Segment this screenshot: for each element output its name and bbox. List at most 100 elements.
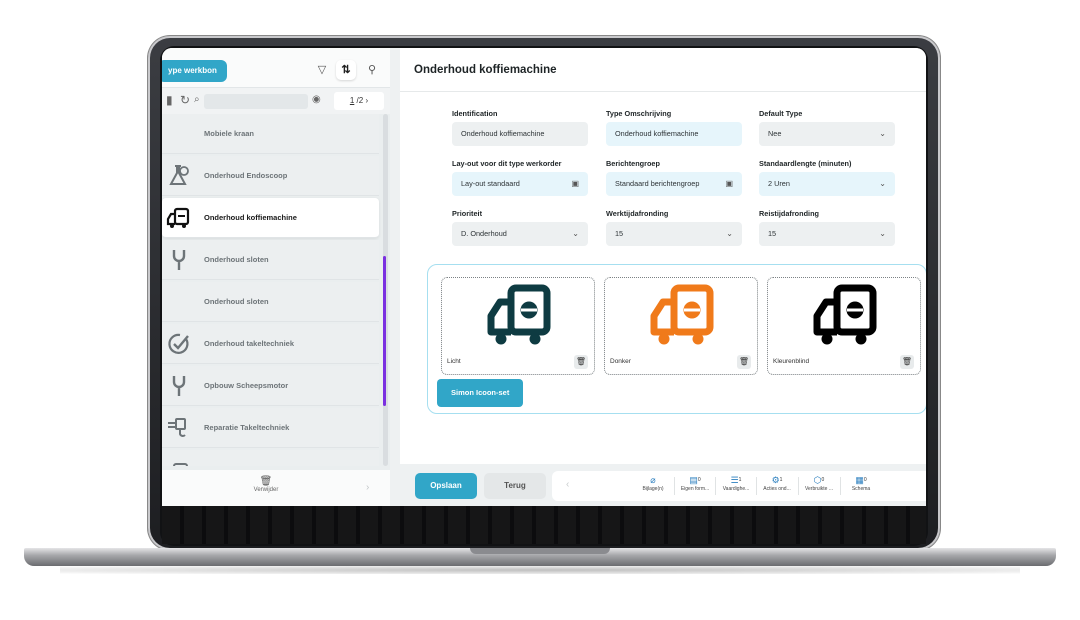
chevron-down-icon: ⌄ [726,229,733,238]
tool-vaardigheden[interactable]: ☰1 Vaardighe... [717,474,755,492]
chevron-right-icon[interactable]: › [366,482,369,493]
list-item[interactable]: Mobiele kraan [162,114,379,154]
tool-count: 0 [821,477,825,483]
list-scroll-thumb[interactable] [383,256,386,406]
icon-tile-licht[interactable]: Licht 🗑 [441,277,595,375]
search-input[interactable] [204,94,308,109]
delete-button[interactable]: 🗑 Verwijder [246,476,286,493]
save-button[interactable]: Opslaan [415,473,477,499]
type-omschrijving-field[interactable]: Onderhoud koffiemachine [606,122,742,146]
icon-set-section: Licht 🗑 Donker 🗑 Kleurenblind 🗑 Simon Ic… [427,264,926,414]
berichtengroep-field[interactable]: Standaard berichtengroep ▣ [606,172,742,196]
prioriteit-value: D. Onderhoud [461,229,507,238]
reistijdafronding-select[interactable]: 15 ⌄ [759,222,895,246]
eye-icon[interactable]: ◉ [312,94,321,105]
tool-count: 0 [697,477,701,483]
box-icon: ⬡0 [813,475,825,485]
tool-schema[interactable]: ▦0 Schema [842,474,880,492]
list-item[interactable]: Onderhoud takeltechniek [162,324,379,364]
chevron-down-icon: ⌄ [879,129,886,138]
sort-icon[interactable]: ⇅ [336,60,356,80]
left-footer: 🗑 Verwijder › [162,470,390,506]
identification-field[interactable]: Onderhoud koffiemachine [452,122,588,146]
layout-field[interactable]: Lay-out standaard ▣ [452,172,588,196]
standaardlengte-select[interactable]: 2 Uren ⌄ [759,172,895,196]
divider [840,477,841,495]
tool-count: 0 [863,477,867,483]
list-item[interactable]: Onderhoud Endoscoop [162,156,379,196]
chevron-down-icon: ⌄ [572,229,579,238]
standaardlengte-label: Standaardlengte (minuten) [759,159,852,168]
left-panel: ype werkbon ▽ ⇅ ⚲ ▮ ↻ ⌕ ◉ 1 /2 › Mobiele… [162,48,390,506]
laptop-notch [470,548,610,554]
pager[interactable]: 1 /2 › [334,92,384,110]
tool-eigen-form[interactable]: ▤0 Eigen form... [676,474,714,492]
list-item[interactable]: Reparatie Takeltechniek [162,408,379,448]
lookup-icon[interactable]: ▣ [571,172,579,196]
icon-tile-kleurenblind[interactable]: Kleurenblind 🗑 [767,277,921,375]
trash-icon[interactable]: 🗑 [574,355,588,369]
filter-icon[interactable]: ▽ [312,60,332,80]
list-item-selected[interactable]: Onderhoud koffiemachine [162,198,379,238]
wrench-icon [172,250,186,270]
icon-tile-label: Licht [447,358,461,365]
werkbon-type-list: Mobiele kraan Onderhoud Endoscoop Onderh… [162,114,382,466]
layout-value: Lay-out standaard [461,179,520,188]
lookup-icon[interactable]: ▣ [725,172,733,196]
list-item[interactable]: Onderhoud sloten [162,240,379,280]
type-omschrijving-value: Onderhoud koffiemachine [615,129,699,138]
list-item-label: Onderhoud sloten [204,297,269,306]
prioriteit-select[interactable]: D. Onderhoud ⌄ [452,222,588,246]
list-item-label: Reparatie Takeltechniek [204,423,290,432]
paperclip-icon: ⌀ [650,475,656,485]
chevron-left-icon[interactable]: ‹ [566,479,569,490]
key-icon[interactable]: ⚲ [362,60,382,80]
laptop-keyboard [162,506,926,544]
trash-icon[interactable]: 🗑 [900,355,914,369]
related-tools-bar: ‹ ⌀ Bijlage(n) ▤0 Eigen form... ☰1 Vaard… [552,471,926,501]
refresh-icon[interactable]: ↻ [180,93,190,107]
trash-icon[interactable]: 🗑 [737,355,751,369]
divider [798,477,799,495]
pager-current[interactable]: 1 [350,96,354,105]
back-button[interactable]: Terug [484,473,546,499]
werktijdafronding-select[interactable]: 15 ⌄ [606,222,742,246]
search-icon[interactable]: ⌕ [194,94,200,105]
flask-icon [169,165,189,185]
truck-icon [166,207,190,228]
truck-icon [487,284,551,345]
list-item-label: Opbouw Scheepsmotor [204,381,289,390]
hoist-icon [168,418,186,437]
identification-value: Onderhoud koffiemachine [461,129,545,138]
next-page-icon[interactable]: › [365,96,368,105]
identification-label: Identification [452,109,498,118]
tool-label: Vaardighe... [722,486,750,492]
tool-label: Schema [851,486,871,492]
icon-set-button[interactable]: Simon Icoon-set [437,379,524,407]
tool-verbruikte[interactable]: ⬡0 Verbruikte ... [800,474,838,492]
list-item-label: Mobiele kraan [204,129,255,138]
divider [756,477,757,495]
search-row: ▮ ↻ ⌕ ◉ 1 /2 › [162,88,390,114]
list-item[interactable]: Opbouw Scheepsmotor [162,366,379,406]
tool-bijlagen[interactable]: ⌀ Bijlage(n) [634,474,672,492]
werktijdafronding-label: Werktijdafronding [606,209,669,218]
tool-count: 1 [738,477,742,483]
left-toolbar: ype werkbon ▽ ⇅ ⚲ [162,48,390,88]
icon-tile-label: Kleurenblind [773,358,810,365]
list-item[interactable] [162,450,379,466]
default-type-select[interactable]: Nee ⌄ [759,122,895,146]
icon-tile-donker[interactable]: Donker 🗑 [604,277,758,375]
list-item-label: Onderhoud sloten [204,255,269,264]
tool-acties[interactable]: ⚙1 Acties ond... [758,474,796,492]
tool-count: 1 [779,477,783,483]
laptop-mockup: ype werkbon ▽ ⇅ ⚲ ▮ ↻ ⌕ ◉ 1 /2 › Mobiele… [0,0,1080,620]
list-item[interactable]: Onderhoud sloten [162,282,379,322]
tool-label: Bijlage(n) [642,486,664,492]
list-item-label: Onderhoud Endoscoop [204,171,288,180]
pin-icon[interactable]: ▮ [166,93,173,107]
new-type-werkbon-button[interactable]: ype werkbon [162,60,227,82]
app-screen: ype werkbon ▽ ⇅ ⚲ ▮ ↻ ⌕ ◉ 1 /2 › Mobiele… [162,48,926,506]
standaardlengte-value: 2 Uren [768,179,790,188]
chevron-down-icon: ⌄ [879,179,886,188]
